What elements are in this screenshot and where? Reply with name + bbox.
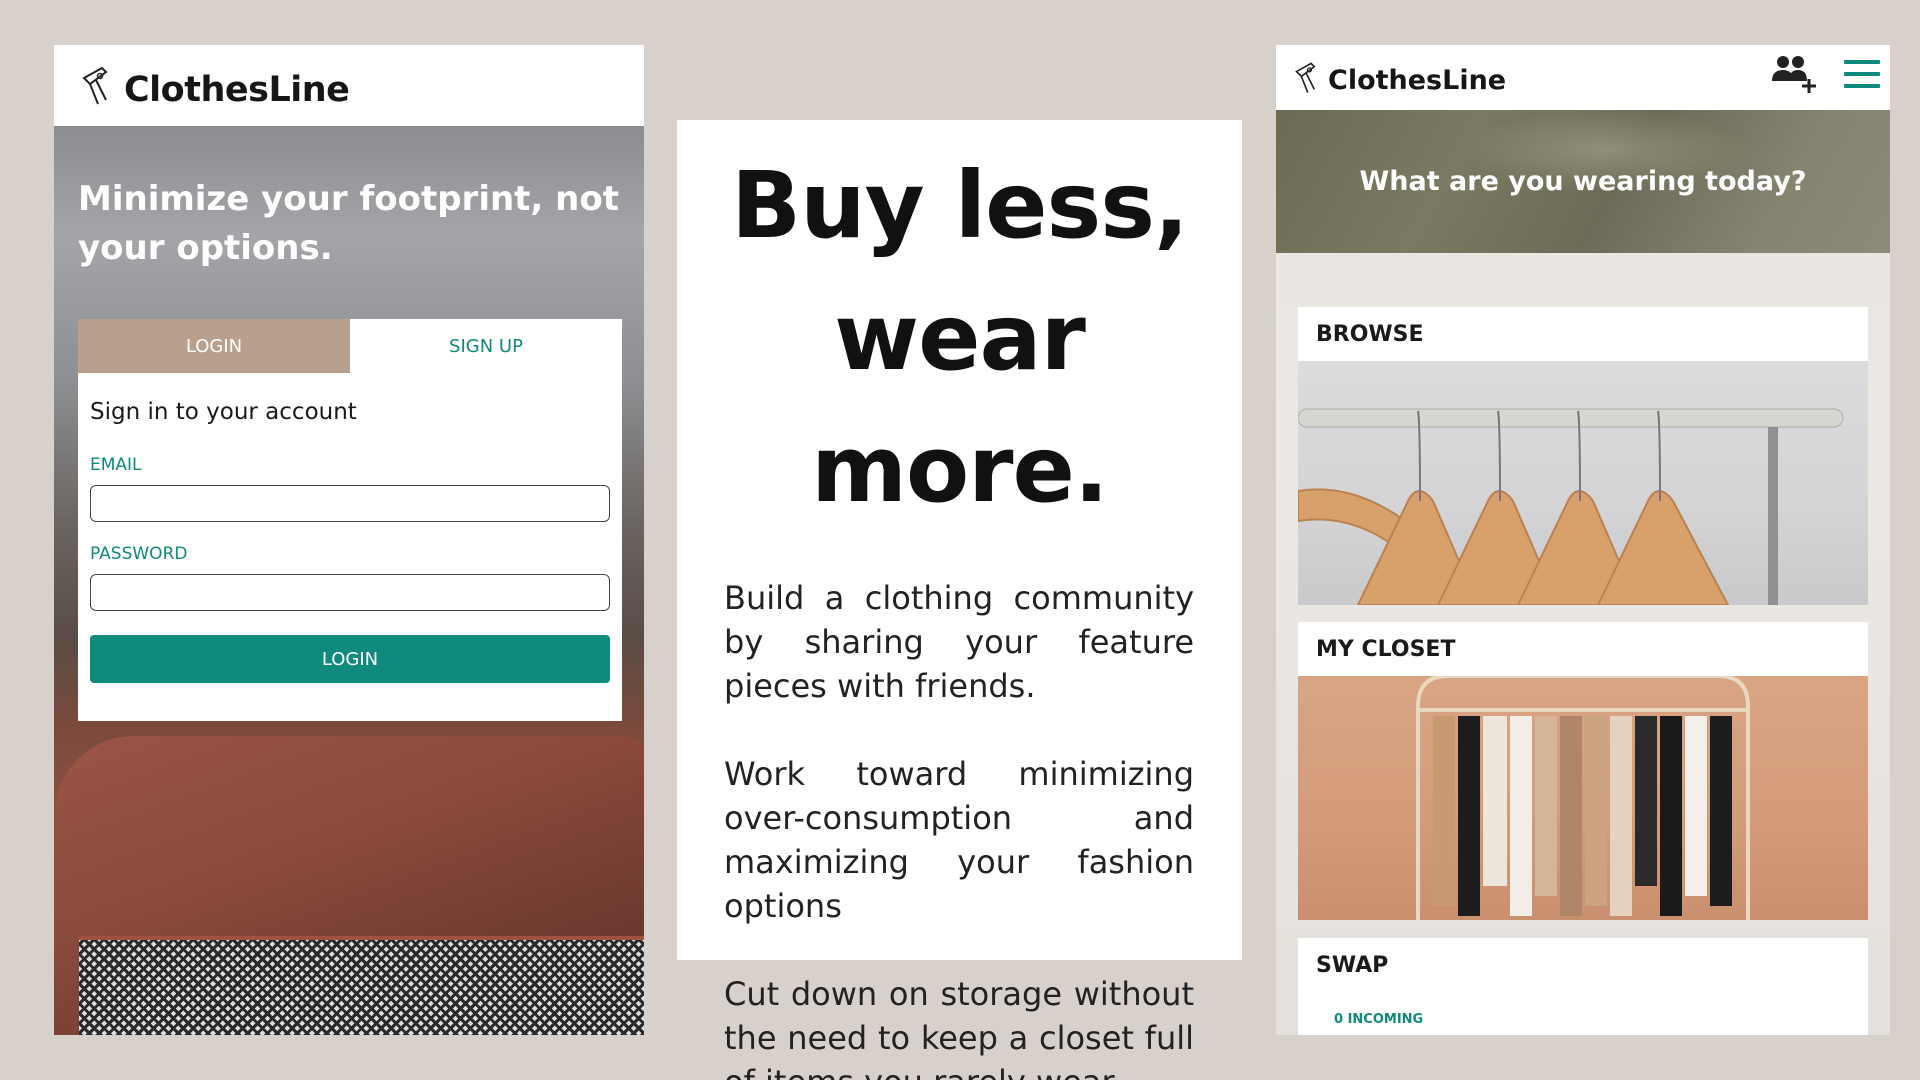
headline-line-1: Buy less, <box>730 152 1189 259</box>
password-label: PASSWORD <box>90 544 188 564</box>
promo-paragraph: Work toward minimizing over-consumption … <box>724 755 1194 925</box>
add-friend-icon[interactable] <box>1772 53 1818 95</box>
email-label: EMAIL <box>90 455 142 475</box>
hero-houndstooth-image <box>79 936 644 1035</box>
password-field[interactable] <box>90 574 610 611</box>
banner-text: What are you wearing today? <box>1359 166 1807 197</box>
swap-incoming-count[interactable]: 0 INCOMING <box>1334 1012 1868 1027</box>
hangers-illustration <box>1298 408 1844 605</box>
auth-tabs: LOGIN SIGN UP <box>78 319 622 373</box>
tab-login[interactable]: LOGIN <box>78 319 350 373</box>
swap-title[interactable]: SWAP <box>1298 938 1868 992</box>
login-button[interactable]: LOGIN <box>90 635 610 683</box>
closet-title[interactable]: MY CLOSET <box>1298 622 1868 676</box>
clothespin-logo-icon <box>1295 61 1316 93</box>
promo-paragraph: Cut down on storage without the need to … <box>724 975 1194 1080</box>
clothing-rack-illustration <box>1416 676 1750 920</box>
email-field[interactable] <box>90 485 610 522</box>
tab-signup[interactable]: SIGN UP <box>350 319 622 373</box>
browse-card[interactable]: BROWSE <box>1298 307 1868 605</box>
clothespin-logo-icon <box>82 66 108 104</box>
closet-card[interactable]: MY CLOSET <box>1298 622 1868 920</box>
swap-card[interactable]: SWAP 0 INCOMING <box>1298 938 1868 1035</box>
app-header: ClothesLine <box>54 45 644 126</box>
login-card: LOGIN SIGN UP Sign in to your account EM… <box>78 319 622 721</box>
promo-panel: Buy less, wear more. Build a clothing co… <box>677 120 1242 1080</box>
browse-title[interactable]: BROWSE <box>1298 307 1868 361</box>
hamburger-menu-icon[interactable] <box>1844 58 1880 90</box>
brand-name[interactable]: ClothesLine <box>124 70 350 110</box>
app-header: ClothesLine <box>1276 45 1890 110</box>
brand-name[interactable]: ClothesLine <box>1328 65 1506 96</box>
greeting-banner: What are you wearing today? <box>1276 110 1890 253</box>
closet-image[interactable] <box>1298 676 1868 920</box>
browse-image[interactable] <box>1298 361 1868 605</box>
headline: Buy less, wear more. <box>677 140 1242 536</box>
login-screen: ClothesLine Minimize your footprint, not… <box>54 45 644 1035</box>
headline-line-2: wear more. <box>811 284 1109 523</box>
tagline: Minimize your footprint, not your option… <box>78 179 619 268</box>
dashboard-screen: ClothesLine What are you wearing today? … <box>1276 45 1890 1035</box>
card-title: Sign in to your account <box>90 399 357 425</box>
promo-paragraph: Build a clothing community by sharing yo… <box>724 579 1194 705</box>
